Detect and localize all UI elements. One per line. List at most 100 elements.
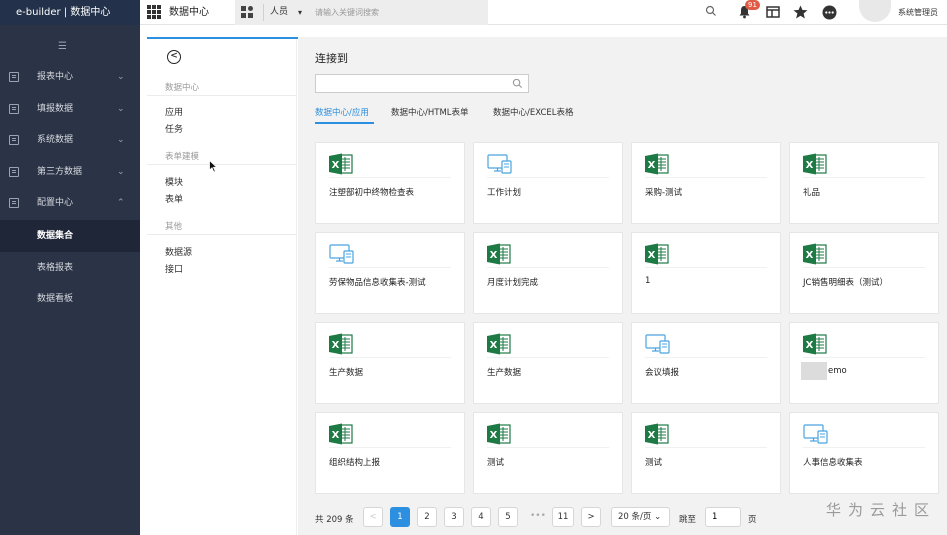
document-icon <box>9 72 19 82</box>
avatar[interactable] <box>859 0 891 22</box>
sidebar-item-label: 数据集合 <box>37 231 74 241</box>
excel-icon: X <box>645 153 669 178</box>
excel-icon: X <box>645 423 669 448</box>
tab-data-center-app[interactable]: 数据中心/应用 <box>315 106 369 118</box>
redacted-block <box>801 362 827 380</box>
layout-icon[interactable] <box>766 5 780 19</box>
sidebar-item-third-party-data[interactable]: 第三方数据 ⌄ <box>0 157 140 187</box>
jump-label: 跳至 <box>679 515 697 525</box>
page-button-1[interactable]: 1 <box>390 507 410 527</box>
notification-badge: 91 <box>745 0 760 10</box>
card-label: 测试 <box>487 458 505 468</box>
divider <box>803 357 925 358</box>
divider <box>329 177 451 178</box>
connection-card[interactable]: X 生产数据 <box>315 322 465 404</box>
sidebar-item-label: 系统数据 <box>37 135 74 145</box>
sidebar-subitem-data-board[interactable]: 数据看板 <box>0 283 140 315</box>
global-search-input[interactable] <box>315 4 465 21</box>
sidebar-item-label: 数据看板 <box>37 294 74 304</box>
connection-card[interactable]: X 采购-测试 <box>631 142 781 224</box>
page-button-3[interactable]: 3 <box>444 507 464 527</box>
main-content: 连接到 数据中心/应用 数据中心/HTML表单 数据中心/EXCEL表格 X 注塑… <box>298 37 947 535</box>
menu-collapse-icon[interactable]: ☰ <box>58 41 67 52</box>
connection-card[interactable]: X 测试 <box>631 412 781 494</box>
page-size-select[interactable]: 20 条/页 ⌄ <box>611 507 670 527</box>
connection-card[interactable]: X 组织结构上报 <box>315 412 465 494</box>
tab-data-center-html-form[interactable]: 数据中心/HTML表单 <box>391 106 469 118</box>
apps-grid-icon[interactable] <box>147 5 161 19</box>
chevron-down-icon[interactable]: ▾ <box>298 0 302 25</box>
section-heading: 数据中心 <box>165 83 200 93</box>
divider <box>487 357 609 358</box>
quick-menu-icon[interactable] <box>241 6 253 18</box>
document-icon <box>9 104 19 114</box>
brand-logo[interactable]: e-builder | 数据中心 <box>0 0 140 25</box>
mouse-cursor-icon <box>209 160 218 173</box>
connection-card[interactable]: 劳保物品信息收集表-测试 <box>315 232 465 314</box>
chevron-down-icon: ⌄ <box>117 167 125 177</box>
link-task[interactable]: 任务 <box>165 122 183 135</box>
connect-search-input[interactable] <box>316 75 506 92</box>
sidebar-subitem-table-report[interactable]: 表格报表 <box>0 252 140 284</box>
document-icon <box>9 167 19 177</box>
sidebar-subitem-data-collection[interactable]: 数据集合 <box>0 220 140 252</box>
connection-card[interactable]: 会议填报 <box>631 322 781 404</box>
card-label: 月度计划完成 <box>487 278 539 288</box>
page-button-2[interactable]: 2 <box>417 507 437 527</box>
sidebar-item-label: 第三方数据 <box>37 167 83 177</box>
divider <box>645 357 767 358</box>
link-data-source[interactable]: 数据源 <box>165 245 192 258</box>
link-form[interactable]: 表单 <box>165 192 183 205</box>
page-button-4[interactable]: 4 <box>471 507 491 527</box>
sidebar-item-fill-data[interactable]: 填报数据 ⌄ <box>0 94 140 124</box>
card-label: 1 <box>645 276 651 286</box>
connection-card[interactable]: Xemo <box>789 322 939 404</box>
divider <box>803 447 925 448</box>
monitor-form-icon <box>803 423 829 448</box>
tab-data-center-excel[interactable]: 数据中心/EXCEL表格 <box>493 106 573 118</box>
connection-card[interactable]: X 生产数据 <box>473 322 623 404</box>
connection-card[interactable]: X JC销售明细表（测试） <box>789 232 939 314</box>
connection-card[interactable]: X 注塑部初中终物检查表 <box>315 142 465 224</box>
sidebar-item-label: 报表中心 <box>37 72 74 82</box>
svg-text:X: X <box>332 160 340 171</box>
excel-icon: X <box>803 243 827 268</box>
sidebar-item-system-data[interactable]: 系统数据 ⌄ <box>0 125 140 155</box>
top-bar: e-builder | 数据中心 数据中心 人员 ▾ 91 系统管理员 <box>0 0 947 25</box>
search-icon[interactable] <box>512 78 523 89</box>
chevron-down-icon: ⌄ <box>117 72 125 82</box>
divider <box>803 177 925 178</box>
page-ellipsis[interactable]: ••• <box>530 511 546 521</box>
link-interface[interactable]: 接口 <box>165 262 183 275</box>
link-app[interactable]: 应用 <box>165 105 183 118</box>
prev-page-button[interactable]: < <box>363 507 383 527</box>
connection-card[interactable]: X 月度计划完成 <box>473 232 623 314</box>
search-type-select[interactable]: 人员 <box>270 0 288 25</box>
search-icon[interactable] <box>705 5 717 17</box>
sidebar-item-report-center[interactable]: 报表中心 ⌄ <box>0 62 140 92</box>
next-page-button[interactable]: > <box>581 507 601 527</box>
monitor-form-icon <box>329 243 355 268</box>
star-icon[interactable] <box>793 5 808 19</box>
page-button-last[interactable]: 11 <box>552 507 574 527</box>
connection-card[interactable]: 人事信息收集表 <box>789 412 939 494</box>
connection-card[interactable]: X 测试 <box>473 412 623 494</box>
page-title: 连接到 <box>315 52 348 65</box>
link-module[interactable]: 模块 <box>165 175 183 188</box>
connection-card[interactable]: 工作计划 <box>473 142 623 224</box>
back-icon[interactable]: < <box>167 50 181 64</box>
connection-card[interactable]: X1 <box>631 232 781 314</box>
sidebar-item-label: 表格报表 <box>37 263 74 273</box>
username[interactable]: 系统管理员 <box>898 0 938 25</box>
total-count: 共 209 条 <box>315 515 354 525</box>
jump-page-input[interactable] <box>705 507 741 527</box>
sidebar-item-config-center[interactable]: 配置中心 ⌃ <box>0 188 140 218</box>
more-icon[interactable] <box>822 5 837 20</box>
page-button-5[interactable]: 5 <box>498 507 518 527</box>
divider <box>329 267 451 268</box>
divider <box>487 177 609 178</box>
connection-card[interactable]: X 礼品 <box>789 142 939 224</box>
divider <box>263 4 264 21</box>
excel-icon: X <box>329 153 353 178</box>
connect-search-field <box>315 74 529 93</box>
